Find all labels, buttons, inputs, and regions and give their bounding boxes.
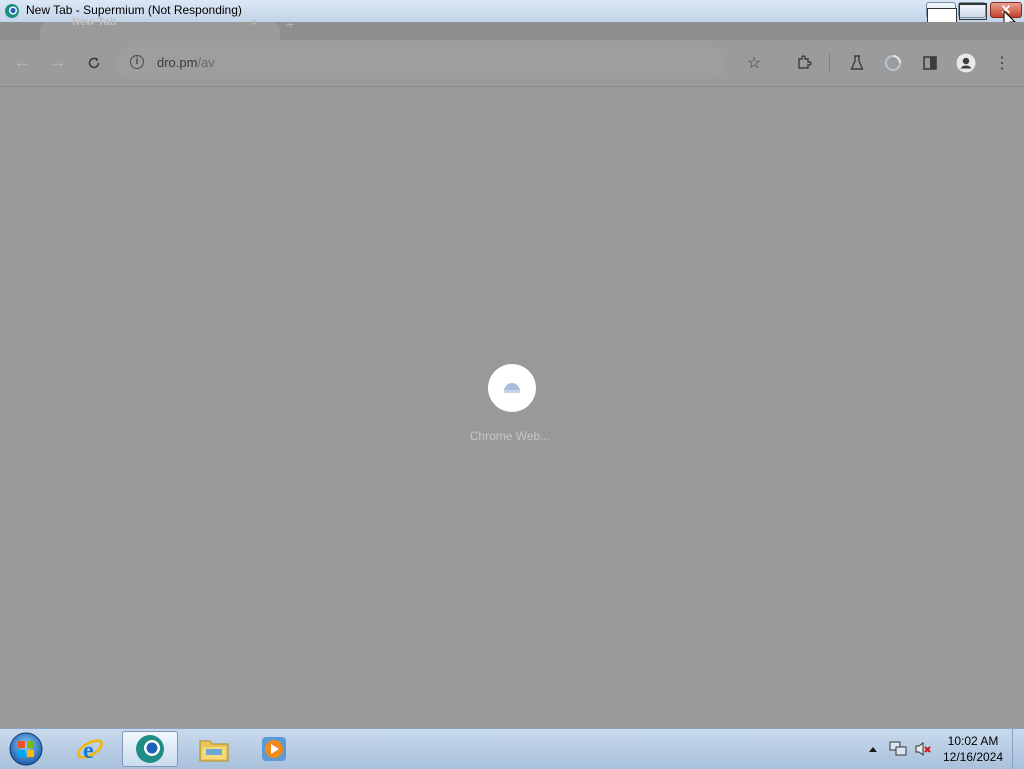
network-icon[interactable] (889, 729, 907, 769)
taskbar-internet-explorer[interactable]: e (62, 731, 118, 767)
loading-label: Chrome Web... (469, 429, 551, 443)
labs-flask-icon[interactable] (847, 53, 867, 73)
forward-icon[interactable]: → (48, 53, 68, 73)
media-player-icon (262, 737, 286, 761)
loading-badge (488, 364, 536, 412)
toolbar-separator (829, 54, 830, 72)
web-store-icon (504, 383, 520, 393)
show-desktop-button[interactable] (1012, 729, 1024, 769)
taskbar-clock[interactable]: 10:02 AM 12/16/2024 (938, 733, 1008, 765)
tab-close-icon[interactable]: ✕ (250, 18, 258, 29)
reload-icon[interactable] (84, 53, 104, 73)
restore-icon (959, 3, 987, 20)
bookmark-star-icon[interactable]: ☆ (744, 53, 764, 73)
supermium-icon (136, 735, 164, 763)
menu-kebab-icon[interactable]: ⋮ (992, 53, 1012, 73)
url-text[interactable]: dro.pm/av (157, 55, 215, 70)
minimize-button[interactable] (926, 2, 957, 24)
tab-strip: New Tab ✕ + (0, 16, 1024, 40)
new-tab-icon[interactable]: + (286, 16, 294, 32)
supermium-app-icon (5, 4, 19, 18)
restore-button[interactable] (958, 2, 987, 20)
back-icon[interactable]: ← (12, 53, 32, 73)
browser-toolbar: ← → i dro.pm/av ☆ ⋮ (0, 40, 1024, 87)
site-info-icon[interactable]: i (130, 55, 144, 69)
tab-new-tab[interactable]: New Tab ✕ (40, 16, 280, 40)
internet-explorer-icon: e (77, 738, 103, 764)
page-content: Chrome Web... (0, 87, 1024, 728)
start-button-icon[interactable] (6, 731, 46, 767)
window-title: New Tab - Supermium (Not Responding) (26, 3, 242, 17)
side-panel-icon[interactable] (920, 53, 940, 73)
clock-time: 10:02 AM (947, 734, 999, 748)
window-titlebar[interactable]: New Tab - Supermium (Not Responding) ✕ (0, 0, 1024, 31)
taskbar-file-explorer[interactable] (186, 731, 242, 767)
loading-spinner-icon (883, 53, 903, 73)
svg-text:e: e (83, 738, 94, 764)
volume-muted-icon[interactable] (914, 729, 932, 769)
tab-label: New Tab (72, 16, 117, 28)
profile-avatar-icon[interactable] (956, 53, 976, 73)
folder-icon (199, 740, 229, 762)
extensions-icon[interactable] (794, 53, 814, 73)
taskbar: e 10:02 AM 12/16/2024 (0, 728, 1024, 769)
taskbar-supermium[interactable] (122, 731, 178, 767)
tray-show-hidden-icon[interactable] (868, 729, 878, 769)
taskbar-media-player[interactable] (246, 731, 302, 767)
clock-date: 12/16/2024 (942, 750, 1004, 764)
address-bar[interactable]: i dro.pm/av (116, 47, 726, 79)
